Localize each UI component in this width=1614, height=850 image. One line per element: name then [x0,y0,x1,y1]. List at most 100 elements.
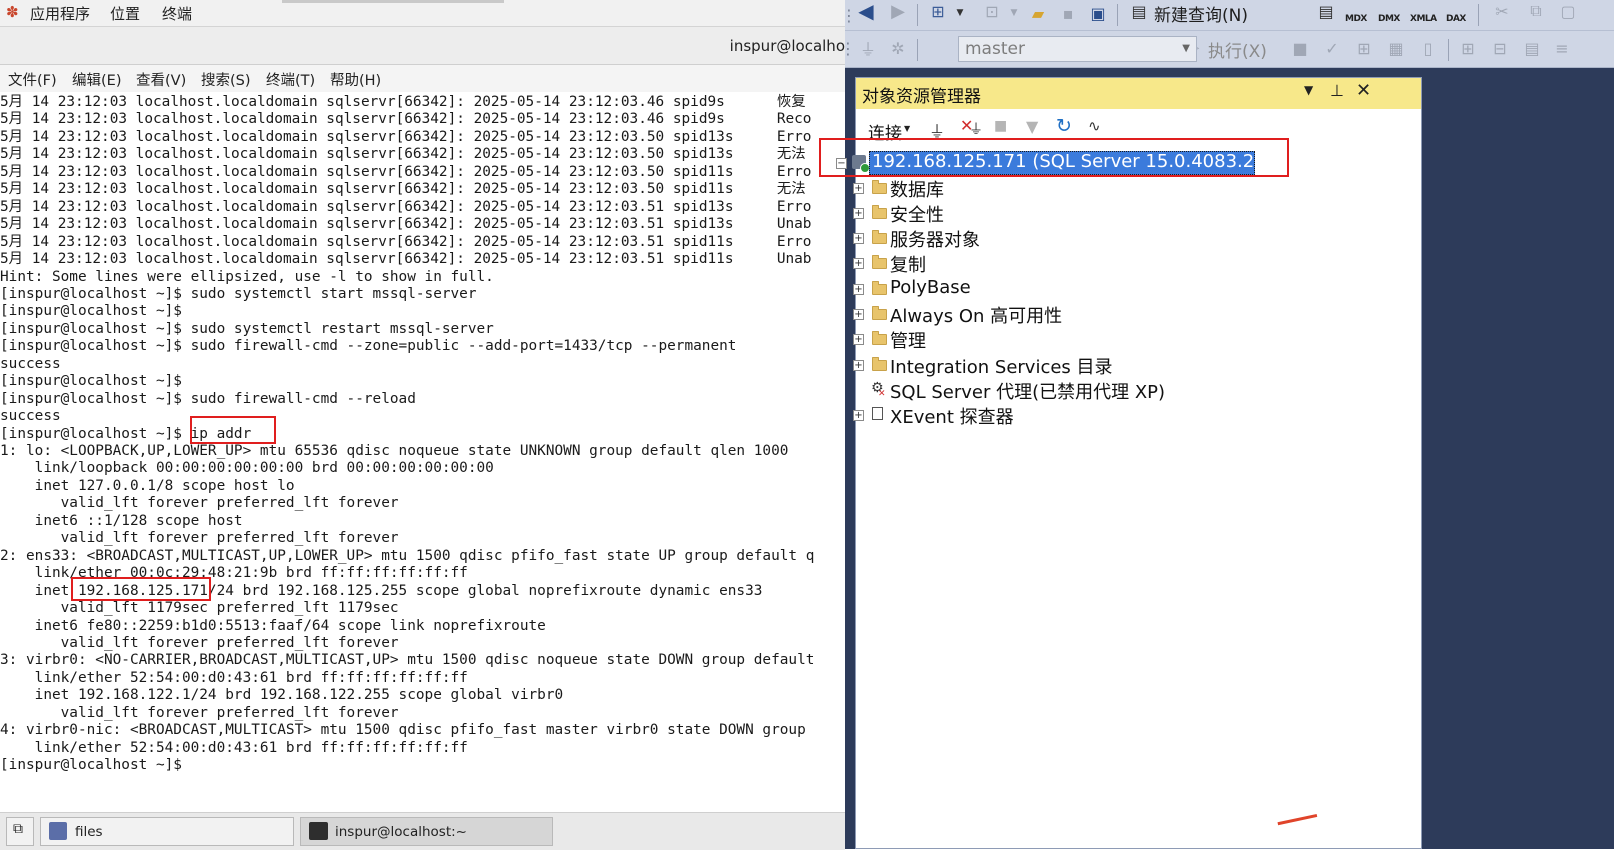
tree-node-databases[interactable]: 数据库 [890,176,944,202]
terminal-icon [309,822,328,840]
expand-icon[interactable]: + [853,208,864,219]
show-desktop-icon: ⧉ [13,821,23,837]
folder-icon [872,205,887,219]
expand-icon[interactable]: + [853,183,864,194]
tree-node-sql-agent[interactable]: SQL Server 代理(已禁用代理 XP) [890,378,1165,404]
tree-node-always-on[interactable]: Always On 高可用性 [890,302,1062,328]
terminal-line: 5月 14 23:12:03 localhost.localdomain sql… [0,198,812,215]
desktop-top-panel: ✽ 应用程序 位置 终端 [0,0,845,27]
folder-icon [872,255,887,269]
expand-icon[interactable]: + [853,233,864,244]
activity-monitor-icon[interactable]: ∿ [1088,117,1101,135]
cut-icon[interactable]: ✂ [1491,0,1513,22]
xmla-query-button[interactable]: XMLA [1410,14,1437,24]
add-item-dropdown-icon[interactable]: ▼ [1003,2,1025,24]
indent-icon[interactable]: ≡ [1551,37,1573,59]
save-all-icon[interactable]: ▣ [1087,2,1109,24]
places-menu[interactable]: 位置 [110,3,140,24]
dmx-query-button[interactable]: DMX [1378,14,1400,24]
paste-icon[interactable]: ▢ [1557,0,1579,22]
terminal-line: valid_lft forever preferred_lft forever [0,634,399,651]
add-item-icon[interactable]: ⊡ [981,0,1003,22]
stop-icon[interactable]: ■ [994,118,1007,134]
expand-icon[interactable]: + [853,410,864,421]
tree-node-server-objects[interactable]: 服务器对象 [890,226,980,252]
new-query-icon[interactable]: ▤ [1128,0,1150,22]
expand-icon[interactable]: + [853,309,864,320]
refresh-icon[interactable]: ↻ [1056,115,1072,137]
expand-icon[interactable]: + [853,334,864,345]
taskbar-terminal-label: inspur@localhost:~ [335,824,467,840]
results-grid-icon[interactable]: ▦ [1385,37,1407,59]
connect-icon[interactable]: ⏚ [857,37,879,59]
pin-icon[interactable]: ⊥ [1330,81,1344,100]
terminal-output[interactable]: 5月 14 23:12:03 localhost.localdomain sql… [0,92,845,812]
terminal-line: [inspur@localhost ~]$ [0,757,182,774]
terminal-line: inet6 ::1/128 scope host [0,512,243,529]
tree-node-replication[interactable]: 复制 [890,251,926,277]
change-connection-icon[interactable]: ✲ [887,37,909,59]
tree-node-integration-services[interactable]: Integration Services 目录 [890,353,1113,379]
save-icon[interactable]: ▪ [1057,2,1079,24]
taskbar-terminal-button[interactable]: inspur@localhost:~ [300,817,553,846]
intellisense-icon[interactable]: ⊟ [1489,37,1511,59]
tree-node-management[interactable]: 管理 [890,327,926,353]
menu-help[interactable]: 帮助(H) [330,69,381,90]
terminal-line: success [0,355,61,372]
close-icon[interactable]: ✕ [1356,80,1371,101]
new-project-dropdown-icon[interactable]: ▼ [949,2,971,24]
xevent-profiler-icon [872,407,883,420]
terminal-line: link/loopback 00:00:00:00:00:00 brd 00:0… [0,460,494,477]
annotation-box-ip-addr [190,416,276,444]
terminal-line: Hint: Some lines were ellipsized, use -l… [0,268,494,285]
menu-view[interactable]: 查看(V) [136,69,186,90]
query-options-icon[interactable]: ⊞ [1457,37,1479,59]
menu-edit[interactable]: 编辑(E) [72,69,121,90]
folder-icon [872,306,887,320]
expand-icon[interactable]: + [853,284,864,295]
terminal-line: [inspur@localhost ~]$ [0,303,182,320]
agent-disabled-icon: ✕ [878,389,886,399]
expand-icon[interactable]: + [853,258,864,269]
panel-options-icon[interactable]: ▼ [1304,83,1313,97]
terminal-line: inet 192.168.122.1/24 brd 192.168.122.25… [0,687,564,704]
tree-node-xevent-profiler[interactable]: XEvent 探查器 [890,403,1014,429]
show-desktop-button[interactable]: ⧉ [6,817,34,846]
comment-icon[interactable]: ▤ [1521,37,1543,59]
folder-icon [872,230,887,244]
mdx-query-button[interactable]: MDX [1345,14,1367,24]
database-select[interactable]: master ▼ [958,36,1197,62]
execute-button[interactable]: 执行(X) [1208,37,1267,62]
tree-node-security[interactable]: 安全性 [890,201,944,227]
new-query-button[interactable]: 新建查询(N) [1154,1,1248,26]
back-icon[interactable]: ◀ [855,0,877,23]
files-icon [49,822,67,840]
taskbar-files-label: files [75,824,103,840]
new-project-icon[interactable]: ⊞ [927,0,949,22]
database-select-value: master [965,39,1025,59]
terminal-line: [inspur@localhost ~]$ sudo firewall-cmd … [0,338,737,355]
folder-icon [872,281,887,295]
applications-menu[interactable]: 应用程序 [30,3,90,24]
expand-icon[interactable]: + [853,360,864,371]
terminal-titlebar[interactable]: inspur@localho [0,27,845,65]
taskbar-files-button[interactable]: files [40,817,294,846]
results-file-icon[interactable]: ▯ [1417,37,1439,59]
menu-file[interactable]: 文件(F) [8,69,57,90]
query-icon[interactable]: ▤ [1315,0,1337,22]
menu-search[interactable]: 搜索(S) [201,69,251,90]
dax-query-button[interactable]: DAX [1446,14,1466,24]
connect-dropdown-icon[interactable]: ▼ [904,124,910,133]
terminal-line: success [0,408,61,425]
parse-check-icon[interactable]: ✓ [1321,37,1343,59]
terminal-app-menu[interactable]: 终端 [162,3,192,24]
filter-icon[interactable]: ▼ [1026,117,1038,136]
stop-icon[interactable]: ■ [1289,37,1311,59]
forward-icon[interactable]: ▶ [887,0,909,22]
estimated-plan-icon[interactable]: ⊞ [1353,37,1375,59]
copy-icon[interactable]: ⧉ [1525,0,1547,22]
tree-node-polybase[interactable]: PolyBase [890,277,971,298]
menu-terminal[interactable]: 终端(T) [266,69,315,90]
open-file-icon[interactable]: ▰ [1027,2,1049,24]
terminal-line: 5月 14 23:12:03 localhost.localdomain sql… [0,233,812,250]
